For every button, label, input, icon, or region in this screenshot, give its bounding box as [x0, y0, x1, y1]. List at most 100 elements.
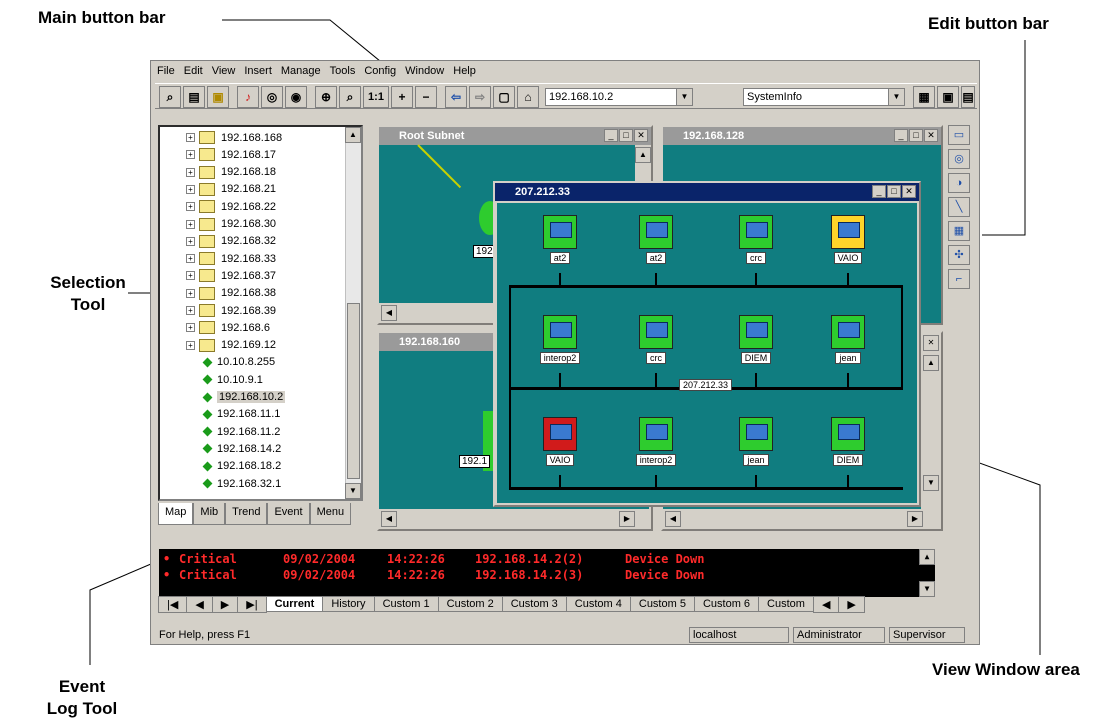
- tab-mib[interactable]: Mib: [193, 503, 226, 525]
- menu-config[interactable]: Config: [364, 65, 396, 81]
- expand-icon[interactable]: +: [186, 133, 195, 142]
- close-icon[interactable]: ✕: [924, 129, 938, 142]
- network-icon[interactable]: ▦: [948, 221, 970, 241]
- home-icon[interactable]: ⌂: [517, 86, 539, 108]
- link-icon[interactable]: ╲: [948, 197, 970, 217]
- minimize-icon[interactable]: _: [872, 185, 886, 198]
- chevron-down-icon[interactable]: ▼: [676, 89, 692, 105]
- tab-custom[interactable]: Custom: [758, 596, 814, 612]
- expand-icon[interactable]: +: [186, 254, 195, 264]
- network-device-node[interactable]: DIEM: [723, 315, 789, 364]
- tab-custom-5[interactable]: Custom 5: [629, 596, 695, 612]
- minimize-icon[interactable]: _: [604, 129, 618, 142]
- parent-folder-icon[interactable]: ▢: [493, 86, 515, 108]
- close-icon[interactable]: ✕: [634, 129, 648, 142]
- tab-menu[interactable]: Menu: [309, 503, 352, 525]
- tree-folder-item[interactable]: +192.168.22: [186, 198, 276, 215]
- tab-custom-6[interactable]: Custom 6: [693, 596, 760, 612]
- scroll-up-icon[interactable]: ▲: [345, 127, 361, 143]
- device-icon[interactable]: ▭: [948, 125, 970, 145]
- find-icon[interactable]: ⌕: [159, 86, 181, 108]
- log-row[interactable]: • Critical 09/02/2004 14:22:26 192.168.1…: [159, 552, 704, 568]
- discover-icon[interactable]: ◎: [261, 86, 283, 108]
- scroll-left-icon[interactable]: ◀: [665, 511, 681, 527]
- tab-custom-1[interactable]: Custom 1: [373, 596, 439, 612]
- expand-icon[interactable]: +: [186, 271, 195, 281]
- menu-file[interactable]: File: [157, 65, 175, 81]
- network-device-node[interactable]: crc: [723, 215, 789, 264]
- expand-icon[interactable]: +: [186, 288, 195, 298]
- properties-icon[interactable]: ▤: [183, 86, 205, 108]
- topology-icon[interactable]: ✣: [948, 245, 970, 265]
- tree-folder-item[interactable]: +192.168.17: [186, 146, 276, 163]
- zoom-out-icon[interactable]: −: [415, 86, 437, 108]
- hub-icon[interactable]: ◎: [948, 149, 970, 169]
- minimize-icon[interactable]: _: [894, 129, 908, 142]
- tree-node-item[interactable]: 192.168.10.2: [200, 389, 286, 406]
- expand-icon[interactable]: +: [186, 306, 195, 315]
- expand-icon[interactable]: +: [186, 184, 195, 194]
- connector-icon[interactable]: ⌐: [948, 269, 970, 289]
- tree-node-item[interactable]: 192.168.14.2: [200, 440, 281, 457]
- network-device-node[interactable]: VAIO: [527, 417, 593, 466]
- maximize-icon[interactable]: □: [909, 129, 923, 142]
- tree-node-item[interactable]: 192.168.11.2: [200, 423, 280, 440]
- menu-help[interactable]: Help: [453, 65, 476, 81]
- network-device-node[interactable]: at2: [623, 215, 689, 264]
- tab-trend[interactable]: Trend: [225, 503, 268, 525]
- tab-history[interactable]: History: [322, 596, 375, 612]
- expand-icon[interactable]: +: [186, 323, 195, 333]
- tree-folder-item[interactable]: +192.168.38: [186, 285, 276, 302]
- scroll-thumb[interactable]: [347, 303, 360, 479]
- forward-arrow-icon[interactable]: ⇨: [469, 86, 491, 108]
- event-log[interactable]: • Critical 09/02/2004 14:22:26 192.168.1…: [159, 549, 935, 597]
- menu-insert[interactable]: Insert: [244, 65, 272, 81]
- map-canvas[interactable]: at2 at2 crc VAIO interop2 crc DIEM jean VAIO inte…: [497, 203, 917, 503]
- scroll-left-icon[interactable]: ◀: [812, 595, 840, 613]
- tab-event[interactable]: Event: [267, 503, 310, 525]
- tree-folder-item[interactable]: +192.169.12: [186, 337, 276, 354]
- alarm-bell-icon[interactable]: ♪: [237, 86, 259, 108]
- tree-folder-item[interactable]: +192.168.33: [186, 250, 276, 267]
- tree-node-item[interactable]: 192.168.11.1: [200, 406, 280, 423]
- last-page-icon[interactable]: ▶|: [237, 595, 267, 613]
- first-page-icon[interactable]: |◀: [158, 595, 188, 613]
- network-device-node[interactable]: interop2: [623, 417, 689, 466]
- scroll-up-icon[interactable]: ▲: [635, 147, 651, 163]
- expand-icon[interactable]: +: [186, 202, 195, 212]
- menu-window[interactable]: Window: [405, 65, 444, 81]
- tree-scrollbar[interactable]: ▲ ▼: [345, 127, 361, 499]
- scroll-down-icon[interactable]: ▼: [923, 475, 939, 491]
- expand-icon[interactable]: +: [186, 236, 195, 246]
- expand-icon[interactable]: +: [186, 340, 195, 350]
- scroll-left-icon[interactable]: ◀: [381, 305, 397, 321]
- tree-folder-item[interactable]: +192.168.32: [186, 233, 276, 250]
- view-select-combo[interactable]: SystemInfo ▼: [743, 88, 905, 106]
- tab-custom-2[interactable]: Custom 2: [437, 596, 503, 612]
- tab-current[interactable]: Current: [265, 596, 324, 612]
- tree-node-item[interactable]: 192.168.32.1: [200, 475, 281, 492]
- maximize-icon[interactable]: □: [887, 185, 901, 198]
- network-device-node[interactable]: VAIO: [815, 215, 881, 264]
- cascade-icon[interactable]: ▤: [961, 86, 975, 108]
- scroll-down-icon[interactable]: ▼: [345, 483, 361, 499]
- tree-node-item[interactable]: 10.10.9.1: [200, 371, 263, 388]
- scroll-right-icon[interactable]: ▶: [838, 595, 865, 613]
- scroll-right-icon[interactable]: ▶: [619, 511, 635, 527]
- network-device-node[interactable]: jean: [815, 315, 881, 364]
- window-title[interactable]: 207.212.33: [495, 183, 919, 201]
- close-icon[interactable]: ✕: [902, 185, 916, 198]
- tree-folder-item[interactable]: +192.168.30: [186, 216, 276, 233]
- fit-view-icon[interactable]: ⊕: [315, 86, 337, 108]
- scroll-right-icon[interactable]: ▶: [907, 511, 923, 527]
- subnet-icon[interactable]: ◑: [948, 173, 970, 193]
- lock-icon[interactable]: ▣: [207, 86, 229, 108]
- network-device-node[interactable]: crc: [623, 315, 689, 364]
- next-page-icon[interactable]: ▶: [211, 595, 239, 613]
- chevron-down-icon[interactable]: ▼: [888, 89, 904, 105]
- network-device-node[interactable]: DIEM: [815, 417, 881, 466]
- zoom-icon[interactable]: ⌕: [339, 86, 361, 108]
- network-device-node[interactable]: jean: [723, 417, 789, 466]
- back-arrow-icon[interactable]: ⇦: [445, 86, 467, 108]
- scroll-up-icon[interactable]: ▲: [923, 355, 939, 371]
